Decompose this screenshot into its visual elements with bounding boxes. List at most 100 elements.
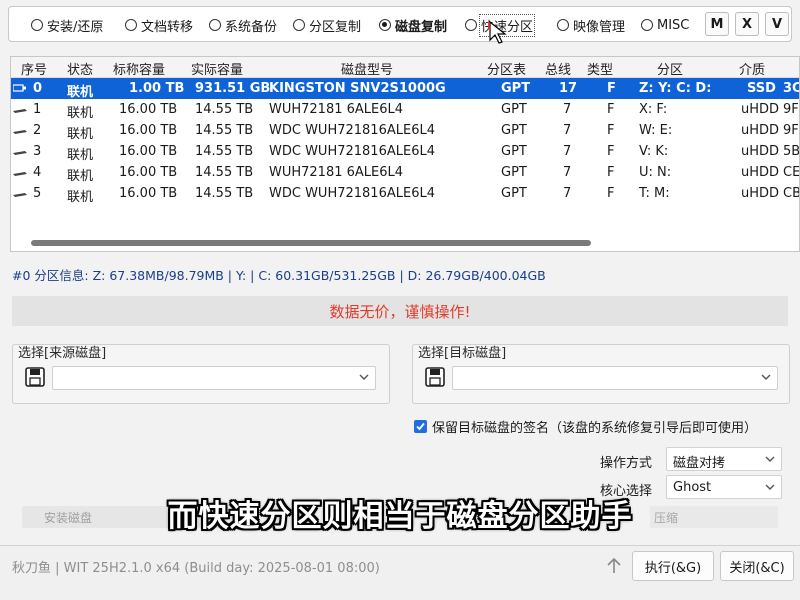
cell-model: WDC WUH721816ALE6L4 — [269, 186, 435, 201]
cell-media: uHDD — [741, 186, 780, 201]
mode-label: 系统备份 — [225, 19, 278, 35]
table-row[interactable]: 1 联机 16.00 TB 14.55 TB WUH72181 6ALE6L4 … — [11, 99, 799, 121]
table-row[interactable]: 4 联机 16.00 TB 14.55 TB WUH72181 6ALE6L4 … — [11, 162, 800, 184]
cell-partitions: Z: Y: C: D: — [639, 81, 712, 96]
hard-disk-icon — [13, 172, 27, 176]
execute-button[interactable]: 执行(&G) — [632, 551, 714, 581]
cell-actual: 14.55 TB — [195, 165, 254, 180]
operation-label: 操作方式 — [600, 456, 653, 471]
source-disk-title: 选择[来源磁盘] — [18, 346, 107, 361]
cell-model: WUH72181 6ALE6L4 — [269, 165, 404, 180]
operation-value: 磁盘对拷 — [673, 456, 726, 471]
mouse-cursor-icon — [488, 20, 507, 44]
mode-file-transfer[interactable]: 文档转移 — [125, 16, 193, 35]
col-header-media[interactable]: 介质 — [739, 59, 765, 78]
hard-disk-icon — [13, 151, 27, 155]
cell-partition-table: GPT — [501, 102, 527, 117]
operation-select[interactable]: 磁盘对拷 — [666, 447, 782, 471]
cell-extra: CE — [783, 165, 800, 180]
target-disk-select[interactable] — [452, 366, 778, 390]
floppy-disk-icon — [425, 367, 445, 387]
col-header-partition-table[interactable]: 分区表 — [487, 59, 526, 78]
cell-nominal: 16.00 TB — [119, 186, 178, 201]
cell-bus: 7 — [563, 123, 572, 138]
cell-actual: 14.55 TB — [195, 123, 254, 138]
table-row[interactable]: 0 联机 1.00 TB 931.51 GB KINGSTON SNV2S100… — [11, 78, 799, 100]
arrow-up-icon[interactable] — [604, 556, 624, 576]
cell-actual: 14.55 TB — [195, 144, 254, 159]
cell-index: 0 — [33, 81, 43, 96]
cell-index: 4 — [33, 165, 42, 180]
table-row[interactable]: 5 联机 16.00 TB 14.55 TB WDC WUH721816ALE6… — [11, 183, 800, 205]
mode-radio-bar: 安装/还原 文档转移 系统备份 分区复制 磁盘复制 快速分区 映像管理 MISC… — [8, 6, 792, 42]
radio-icon — [557, 19, 569, 31]
warning-bar: 数据无价，谨慎操作! — [12, 296, 788, 326]
keep-signature-checkbox[interactable]: 保留目标磁盘的签名（该盘的系统修复引导后即可使用） — [414, 417, 757, 436]
col-header-bus[interactable]: 总线 — [545, 59, 571, 78]
app-status-text: 秋刀鱼 | WIT 25H2.1.0 x64 (Build day: 2025-… — [12, 561, 380, 576]
disk-table[interactable]: 序号 状态 标称容量 实际容量 磁盘型号 分区表 总线 类型 分区 介质 0 联… — [10, 56, 800, 252]
mode-disk-copy[interactable]: 磁盘复制 — [379, 16, 448, 35]
cell-nominal: 16.00 TB — [119, 123, 178, 138]
horizontal-scrollbar[interactable] — [31, 240, 591, 246]
cell-type: F — [607, 102, 615, 117]
cell-extra: CB — [783, 186, 800, 201]
table-row[interactable]: 3 联机 16.00 TB 14.55 TB WDC WUH721816ALE6… — [11, 141, 800, 163]
cell-partition-table: GPT — [501, 165, 527, 180]
cell-partitions: W: E: — [639, 123, 673, 138]
keep-signature-label: 保留目标磁盘的签名（该盘的系统修复引导后即可使用） — [432, 421, 758, 436]
cell-partitions: U: N: — [639, 165, 672, 180]
cell-media: SSD — [747, 81, 776, 96]
mode-label: 分区复制 — [309, 19, 362, 35]
cell-media: uHDD — [741, 123, 780, 138]
col-header-actual[interactable]: 实际容量 — [191, 59, 243, 78]
m-button[interactable]: M — [705, 12, 729, 36]
cell-media: uHDD — [741, 144, 780, 159]
col-header-type[interactable]: 类型 — [587, 59, 613, 78]
cell-model: WUH72181 6ALE6L4 — [269, 102, 404, 117]
cell-partition-table: GPT — [501, 144, 527, 159]
col-header-nominal[interactable]: 标称容量 — [113, 59, 165, 78]
cell-nominal: 1.00 TB — [129, 81, 185, 96]
radio-icon — [209, 19, 221, 31]
cell-nominal: 16.00 TB — [119, 144, 178, 159]
cell-partition-table: GPT — [501, 81, 531, 96]
cell-status: 联机 — [67, 148, 94, 163]
col-header-model[interactable]: 磁盘型号 — [341, 59, 393, 78]
mode-system-backup[interactable]: 系统备份 — [209, 16, 278, 35]
partition-info: #0 分区信息: Z: 67.38MB/98.79MB | Y: | C: 60… — [12, 268, 546, 283]
target-disk-title: 选择[目标磁盘] — [418, 346, 507, 361]
table-row[interactable]: 2 联机 16.00 TB 14.55 TB WDC WUH721816ALE6… — [11, 120, 799, 142]
col-header-index[interactable]: 序号 — [21, 59, 47, 78]
chevron-down-icon — [761, 374, 771, 380]
mode-label: MISC — [657, 17, 690, 33]
cell-bus: 17 — [559, 81, 578, 96]
radio-icon — [125, 19, 137, 31]
cell-nominal: 16.00 TB — [119, 165, 178, 180]
cell-index: 2 — [33, 123, 42, 138]
cell-bus: 7 — [563, 144, 572, 159]
cell-extra: 5B — [783, 144, 800, 159]
radio-icon — [31, 19, 43, 31]
cell-status: 联机 — [67, 127, 94, 142]
mode-misc[interactable]: MISC — [641, 16, 689, 34]
cell-actual: 14.55 TB — [195, 102, 254, 117]
mode-install-restore[interactable]: 安装/还原 — [31, 16, 103, 35]
cell-extra: 9F — [783, 123, 799, 138]
radio-icon — [641, 19, 653, 31]
cell-media: uHDD — [741, 165, 780, 180]
source-disk-select[interactable] — [52, 366, 376, 390]
v-button[interactable]: V — [765, 12, 789, 36]
table-header: 序号 状态 标称容量 实际容量 磁盘型号 分区表 总线 类型 分区 介质 — [11, 57, 799, 78]
cell-actual: 931.51 GB — [195, 81, 271, 96]
mode-image-manage[interactable]: 映像管理 — [557, 16, 625, 35]
col-header-status[interactable]: 状态 — [67, 59, 93, 78]
chevron-down-icon — [765, 456, 775, 462]
mode-partition-copy[interactable]: 分区复制 — [293, 16, 362, 35]
mode-label: 磁盘复制 — [395, 19, 448, 35]
close-button[interactable]: 关闭(&C) — [720, 551, 794, 581]
col-header-partitions[interactable]: 分区 — [657, 59, 683, 78]
cell-model: WDC WUH721816ALE6L4 — [269, 144, 435, 159]
x-button[interactable]: X — [735, 12, 759, 36]
cell-model: WDC WUH721816ALE6L4 — [269, 123, 435, 138]
